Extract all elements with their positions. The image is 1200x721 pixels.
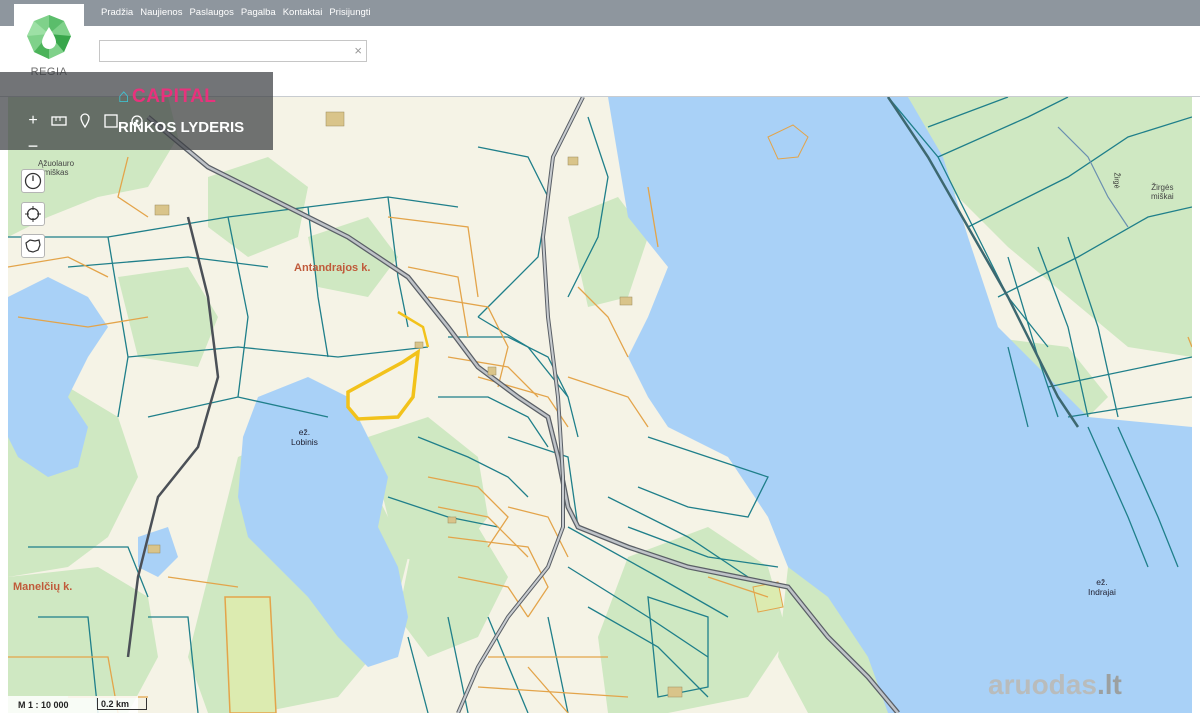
scale-bar-label: 0.2 km <box>101 699 130 709</box>
lake-label-indrajai: ež. Indrajai <box>1088 577 1116 597</box>
nav-home[interactable]: Pradžia <box>101 7 133 18</box>
lake-label-lobinis: ež. Lobinis <box>291 427 318 447</box>
map-toolbar: + <box>21 109 151 133</box>
regia-gem-icon <box>27 15 71 59</box>
clear-search-icon[interactable]: × <box>354 43 362 58</box>
nav-login[interactable]: Prisijungti <box>329 7 370 18</box>
house-icon: ⌂ <box>118 86 130 107</box>
lake-label-indrajai-name: Indrajai <box>1088 587 1116 597</box>
lake-label-lobinis-prefix: ež. <box>298 427 311 437</box>
watermark-text: aruodas <box>988 669 1097 700</box>
forest-label-zirges-line1: Žirgės <box>1151 183 1174 192</box>
locate-icon[interactable] <box>125 109 149 133</box>
pin-icon[interactable] <box>73 109 97 133</box>
stream-label-zirge: Žirgė <box>1112 172 1120 189</box>
nav-contacts[interactable]: Kontaktai <box>283 7 323 18</box>
village-label-antandrajos: Antandrajos k. <box>294 262 371 274</box>
search-input[interactable] <box>104 42 348 62</box>
map-scale: M 1 : 10 000 0.2 km <box>8 696 147 713</box>
map-canvas[interactable] <box>8 97 1192 713</box>
forest-label-azuolauro-line1: Ąžuolauro <box>38 159 75 168</box>
zoom-out-button[interactable]: − <box>21 135 45 157</box>
scale-ratio: M 1 : 10 000 <box>18 700 69 710</box>
main-nav: Pradžia Naujienos Paslaugos Pagalba Kont… <box>101 7 378 18</box>
forest-label-zirges: Žirgės miškai <box>1151 183 1174 201</box>
search-box[interactable]: × <box>99 40 367 62</box>
nav-news[interactable]: Naujienos <box>140 7 182 18</box>
history-icon <box>24 172 42 190</box>
capital-brand-text: CAPITAL <box>131 86 217 107</box>
watermark-suffix: .lt <box>1096 669 1122 700</box>
history-button[interactable] <box>21 169 45 193</box>
layers-icon[interactable] <box>99 109 123 133</box>
lake-label-lobinis-name: Lobinis <box>291 437 318 447</box>
scale-bar: 0.2 km <box>97 698 147 710</box>
measure-icon[interactable] <box>47 109 71 133</box>
lithuania-icon <box>25 239 41 253</box>
top-navigation-bar: Pradžia Naujienos Paslaugos Pagalba Kont… <box>0 0 1200 26</box>
crosshair-icon <box>25 206 41 222</box>
capital-brand: ⌂ CAPITAL <box>118 86 216 108</box>
country-extent-button[interactable] <box>21 234 45 258</box>
lake-label-indrajai-prefix: ež. <box>1096 577 1108 587</box>
nav-services[interactable]: Paslaugos <box>189 7 233 18</box>
crosshair-button[interactable] <box>21 202 45 226</box>
zoom-in-button[interactable]: + <box>21 109 45 133</box>
nav-help[interactable]: Pagalba <box>241 7 276 18</box>
aruodas-watermark: aruodas.lt <box>988 669 1122 701</box>
regia-logo[interactable]: REGIA <box>14 4 84 78</box>
forest-label-zirges-line2: miškai <box>1151 192 1174 201</box>
village-label-maneliciu: Manelčių k. <box>13 581 73 593</box>
cadastral-map[interactable]: Antandrajos k. Manelčių k. ež. Lobinis e… <box>8 97 1192 713</box>
